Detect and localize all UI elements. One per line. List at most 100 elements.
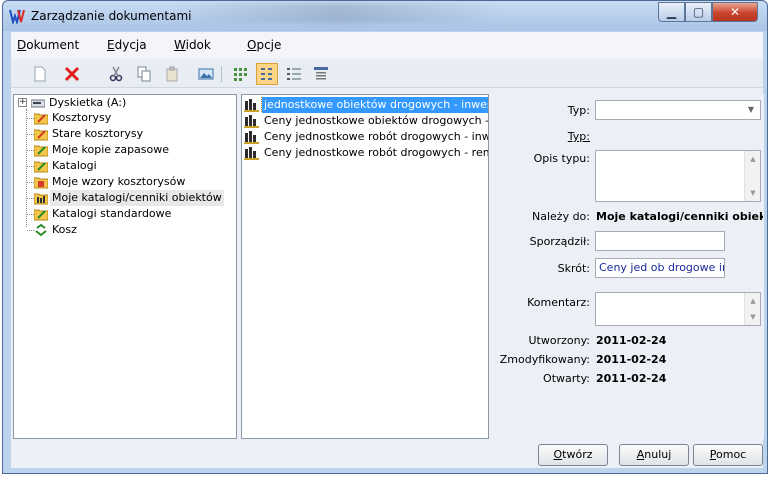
tree-item-katalogi-cenniki[interactable]: Moje katalogi/cenniki obiektów — [14, 190, 234, 206]
tree-item-dyskietka[interactable]: Dyskietka (A:) — [14, 95, 234, 111]
small-icons-view-icon — [261, 68, 272, 80]
copy-button[interactable] — [133, 63, 155, 85]
new-document-button[interactable] — [29, 63, 51, 85]
tree-item-label: Stare kosztorysy — [52, 127, 144, 140]
utworzony-label: Utworzony: — [528, 334, 590, 347]
cut-button[interactable] — [105, 63, 127, 85]
cut-icon — [109, 66, 123, 82]
menu-opcje[interactable]: Opcje — [247, 38, 281, 52]
opis-typu-label: Opis typu: — [533, 152, 590, 165]
otwarty-value: 2011-02-24 — [596, 372, 667, 385]
typ-secondary-label: Typ: — [567, 130, 590, 143]
folder-pencil-icon — [34, 113, 48, 125]
picture-button[interactable] — [195, 63, 217, 85]
large-icons-view-icon — [234, 68, 247, 81]
scroll-down-icon[interactable]: ▼ — [745, 310, 761, 324]
tree-item-wzory-kosztorysow[interactable]: Moje wzory kosztorysów — [14, 174, 234, 190]
scroll-up-icon[interactable]: ▲ — [745, 294, 761, 308]
tree-item-label: Moje kopie zapasowe — [52, 143, 170, 156]
menu-dokument[interactable]: Dokument — [17, 38, 79, 52]
tree-item-kopie-zapasowe[interactable]: Moje kopie zapasowe — [14, 142, 234, 158]
chevron-down-icon: ▼ — [747, 105, 755, 114]
list-item[interactable]: Ceny jednostkowe robót drogowych - remon… — [242, 145, 488, 161]
paste-icon — [166, 66, 178, 82]
price-catalog-icon — [244, 115, 259, 128]
nalezy-do-label: Należy do: — [532, 210, 590, 223]
main-window: Zarządzanie dokumentami ▁ ▢ ✕ Dokument E… — [2, 0, 768, 474]
folder-pencil-icon — [34, 161, 48, 173]
tree-item-katalogi[interactable]: Katalogi — [14, 158, 234, 174]
close-icon: ✕ — [729, 5, 741, 19]
list-item[interactable]: Ceny jednostkowe robót drogowych - inwes… — [242, 129, 488, 145]
tree-item-stare-kosztorysy[interactable]: Stare kosztorysy — [14, 126, 234, 142]
list-view-button[interactable] — [283, 63, 305, 85]
sporzadzil-input[interactable] — [595, 231, 725, 251]
scrollbar[interactable]: ▲ ▼ — [744, 151, 760, 201]
nalezy-do-value: Moje katalogi/cenniki obiektów — [596, 210, 763, 223]
details-view-button[interactable] — [310, 63, 332, 85]
tree-line — [27, 182, 34, 183]
tree-item-katalogi-standardowe[interactable]: Katalogi standardowe — [14, 206, 234, 222]
tree-line — [27, 134, 34, 135]
toolbar — [11, 60, 763, 88]
tree-item-label: Moje katalogi/cenniki obiektów — [50, 190, 224, 206]
list-view-icon — [287, 68, 301, 80]
details-view-icon — [314, 67, 328, 80]
list-item[interactable]: jednostkowe obiektów drogowych - inwesty… — [242, 97, 488, 113]
tree-item-label: Kosz — [52, 223, 77, 236]
title-bar[interactable]: Zarządzanie dokumentami ▁ ▢ ✕ — [3, 1, 767, 31]
folder-pencil-icon — [34, 145, 48, 157]
template-folder-icon — [34, 177, 48, 189]
otwarty-label: Otwarty: — [543, 372, 590, 385]
maximize-button[interactable]: ▢ — [685, 2, 712, 22]
small-icons-view-button[interactable] — [256, 63, 278, 85]
tree-line — [27, 214, 34, 215]
typ-combobox[interactable]: ▼ — [595, 100, 761, 120]
cancel-button[interactable]: Anuluj — [619, 444, 689, 466]
folder-tree[interactable]: + Dyskietka (A:) Kosztorysy Stare koszto… — [13, 94, 237, 439]
properties-panel: Typ: ▼ Typ: Opis typu: ▲ ▼ Należy do: Mo… — [492, 94, 764, 439]
menu-bar: Dokument Edycja Widok Opcje — [11, 32, 763, 58]
minimize-button[interactable]: ▁ — [658, 2, 685, 22]
zmodyfikowany-value: 2011-02-24 — [596, 353, 667, 366]
list-item[interactable]: Ceny jednostkowe obiektów drogowych - re… — [242, 113, 488, 129]
large-icons-view-button[interactable] — [229, 63, 251, 85]
open-button[interactable]: Otwórz — [538, 444, 608, 466]
tree-item-label: Katalogi standardowe — [52, 207, 172, 220]
utworzony-value: 2011-02-24 — [596, 334, 667, 347]
floppy-drive-icon — [31, 99, 45, 108]
scroll-down-icon[interactable]: ▼ — [745, 186, 761, 200]
folder-pencil-icon — [34, 129, 48, 141]
background-window-blur — [173, 3, 503, 23]
tree-item-label: Moje wzory kosztorysów — [52, 175, 186, 188]
tree-item-label: Katalogi — [52, 159, 97, 172]
menu-widok[interactable]: Widok — [174, 38, 211, 52]
scroll-up-icon[interactable]: ▲ — [745, 152, 761, 166]
delete-button[interactable] — [61, 63, 83, 85]
list-item-label: Ceny jednostkowe robót drogowych - inwes… — [264, 130, 488, 143]
list-item-label: Ceny jednostkowe obiektów drogowych - re… — [264, 114, 488, 127]
dialog-buttons: Otwórz Anuluj Pomoc — [11, 444, 763, 468]
help-button[interactable]: Pomoc — [693, 444, 763, 466]
zmodyfikowany-label: Zmodyfikowany: — [499, 353, 590, 366]
tree-item-kosztorysy[interactable]: Kosztorysy — [14, 110, 234, 126]
toolbar-separator — [221, 66, 222, 82]
tree-item-label: Kosztorysy — [52, 111, 112, 124]
menu-edycja[interactable]: Edycja — [107, 38, 147, 52]
list-item-label: Ceny jednostkowe robót drogowych - remon… — [264, 146, 488, 159]
price-catalog-icon — [244, 147, 259, 160]
komentarz-textarea[interactable]: ▲ ▼ — [595, 292, 761, 326]
tree-item-kosz[interactable]: Kosz — [14, 222, 234, 238]
price-catalog-icon — [244, 99, 259, 112]
close-button[interactable]: ✕ — [712, 2, 758, 22]
document-list[interactable]: jednostkowe obiektów drogowych - inwesty… — [241, 94, 489, 439]
picture-icon — [198, 68, 214, 80]
tree-line — [27, 166, 34, 167]
paste-button[interactable] — [161, 63, 183, 85]
sporzadzil-label: Sporządził: — [529, 235, 590, 248]
skrot-input[interactable]: Ceny jed ob drogowe inw — [595, 258, 725, 278]
price-catalog-icon — [244, 131, 259, 144]
scrollbar[interactable]: ▲ ▼ — [744, 293, 760, 325]
opis-typu-textarea[interactable]: ▲ ▼ — [595, 150, 761, 202]
copy-icon — [137, 66, 151, 82]
